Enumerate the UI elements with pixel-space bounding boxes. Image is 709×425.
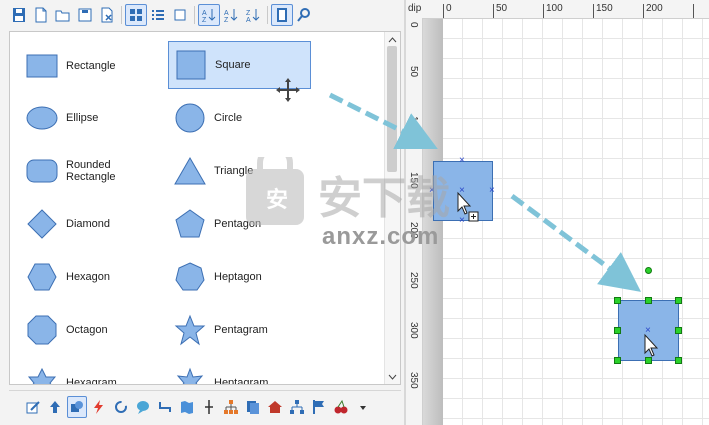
drag-arrow xyxy=(328,92,438,149)
drag-arrow xyxy=(510,193,642,292)
pointer-cursor-icon xyxy=(644,333,659,357)
move-cursor-icon xyxy=(276,78,300,102)
watermark-text: anxz.com xyxy=(322,223,440,250)
svg-text:安: 安 xyxy=(266,187,288,212)
svg-text:安下载: 安下载 xyxy=(318,174,450,223)
